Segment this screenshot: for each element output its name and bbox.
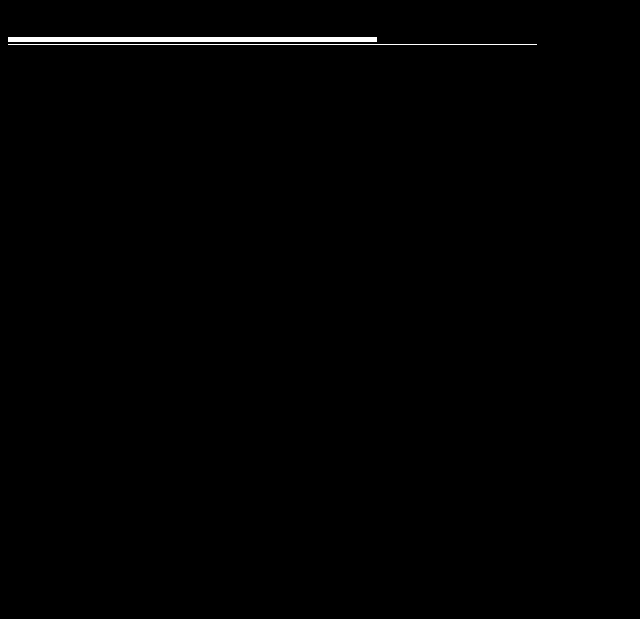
plot-top-border bbox=[8, 44, 537, 45]
hits-plot bbox=[0, 58, 640, 603]
legend-scale-line bbox=[437, 605, 461, 607]
footer bbox=[8, 603, 638, 617]
query-sequence-bar bbox=[8, 37, 377, 42]
fasta-result-screen bbox=[0, 0, 640, 619]
scale-legend bbox=[437, 605, 462, 607]
